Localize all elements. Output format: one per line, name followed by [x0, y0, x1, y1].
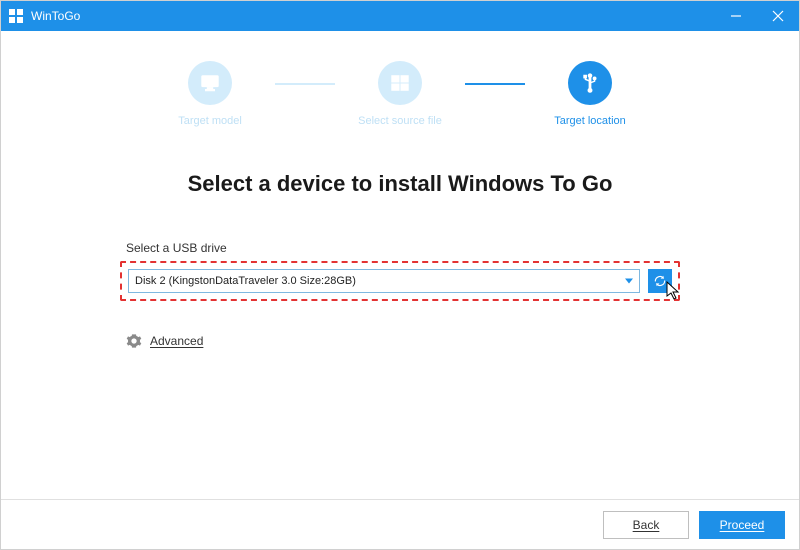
step-label: Select source file — [358, 115, 442, 127]
app-icon — [7, 7, 25, 25]
step-target-model: Target model — [145, 61, 275, 127]
button-label: Back — [633, 518, 660, 532]
close-button[interactable] — [757, 1, 799, 31]
window-title: WinToGo — [31, 9, 80, 23]
minimize-button[interactable] — [715, 1, 757, 31]
gear-icon — [126, 333, 142, 349]
advanced-label: Advanced — [150, 334, 203, 348]
monitor-icon — [188, 61, 232, 105]
button-label: Proceed — [720, 518, 765, 532]
page-title: Select a device to install Windows To Go — [188, 171, 613, 197]
content-area: Target model Select source file Target l… — [1, 31, 799, 499]
chevron-down-icon — [625, 279, 633, 284]
back-button[interactable]: Back — [603, 511, 689, 539]
usb-drive-select[interactable]: Disk 2 (KingstonDataTraveler 3.0 Size:28… — [128, 269, 640, 293]
step-label: Target location — [554, 115, 626, 127]
dropdown-value: Disk 2 (KingstonDataTraveler 3.0 Size:28… — [135, 275, 356, 287]
usb-icon — [568, 61, 612, 105]
step-connector — [465, 83, 525, 85]
refresh-button[interactable] — [648, 269, 672, 293]
advanced-link[interactable]: Advanced — [126, 333, 680, 349]
step-target-location: Target location — [525, 61, 655, 127]
form-area: Select a USB drive Disk 2 (KingstonDataT… — [120, 241, 680, 349]
stepper: Target model Select source file Target l… — [145, 61, 655, 127]
footer: Back Proceed — [1, 499, 799, 549]
titlebar: WinToGo — [1, 1, 799, 31]
highlight-annotation: Disk 2 (KingstonDataTraveler 3.0 Size:28… — [120, 261, 680, 301]
step-connector — [275, 83, 335, 85]
windows-icon — [378, 61, 422, 105]
step-label: Target model — [178, 115, 242, 127]
step-select-source: Select source file — [335, 61, 465, 127]
field-label: Select a USB drive — [126, 241, 680, 255]
proceed-button[interactable]: Proceed — [699, 511, 785, 539]
